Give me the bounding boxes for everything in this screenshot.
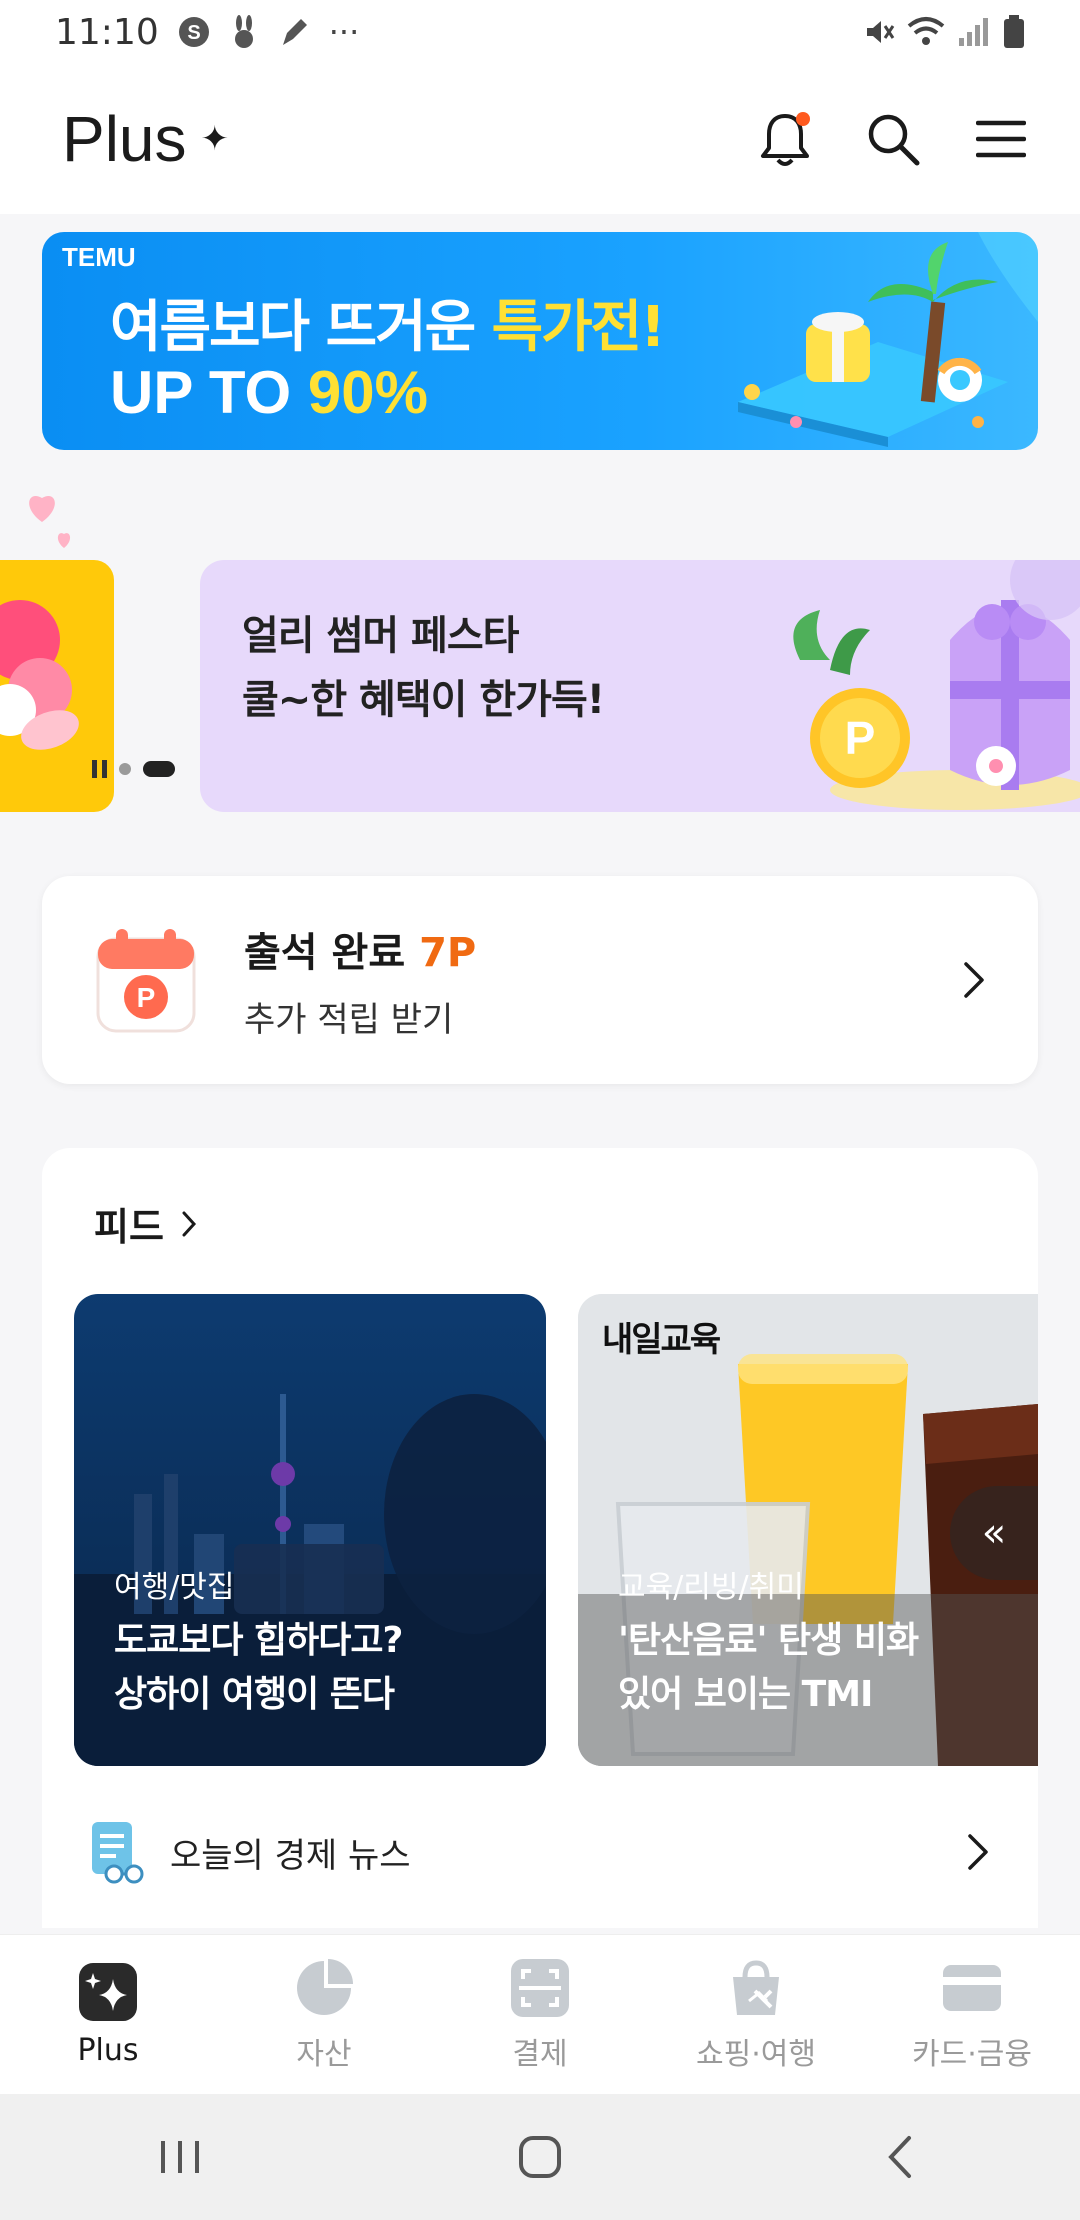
- carousel-dot: [119, 763, 131, 775]
- menu-icon: [976, 120, 1026, 158]
- beach-illustration: [738, 232, 1038, 447]
- feed-header[interactable]: 피드: [94, 1196, 198, 1251]
- app-header: Plus ✦: [0, 64, 1080, 214]
- pen-icon: [282, 19, 307, 45]
- feed-tile-category: 여행/맛집: [114, 1570, 235, 1605]
- temu-discount-percent: 90%: [307, 359, 428, 426]
- notifications-button[interactable]: [756, 110, 814, 168]
- news-reading-icon: [92, 1822, 144, 1884]
- nav-label: 자산: [296, 2036, 352, 2072]
- feed-tile-title-line1: 도쿄보다 힙하다고?: [114, 1620, 403, 1661]
- feed-tile-title: '탄산음료' 탄생 비화 있어 보이는 TMI: [618, 1614, 919, 1722]
- nav-label: 카드·금융: [912, 2036, 1032, 2072]
- carousel-indicator: [92, 760, 175, 778]
- nav-item-shopping-travel[interactable]: 쇼핑·여행: [661, 1957, 851, 2073]
- temu-headline: 여름보다 뜨거운 특가전!: [110, 282, 666, 363]
- heart-decoration-icon: [29, 496, 71, 548]
- feed-section: 피드 여행/맛집 도쿄보다 힙하다고? 상하이 여행이 뜬다 내일교육 교육/리…: [42, 1148, 1038, 1928]
- more-dots-icon: ···: [328, 13, 360, 51]
- plus-sparkle-icon: [79, 1963, 137, 2021]
- app-logo: Plus ✦: [62, 102, 229, 176]
- nav-item-payment[interactable]: 결제: [445, 1957, 635, 2073]
- chevron-right-icon: [182, 1211, 196, 1236]
- attendance-subtitle: 추가 적립 받기: [244, 999, 454, 1040]
- nav-label: 결제: [512, 2036, 568, 2072]
- recent-apps-icon: [161, 2141, 199, 2173]
- shopping-bag-icon: [733, 1959, 779, 2015]
- temu-headline-highlight: 특가전!: [491, 295, 666, 360]
- feed-tile-title-line2: 있어 보이는 TMI: [618, 1674, 873, 1715]
- pie-chart-icon: [297, 1958, 353, 2015]
- search-icon: [868, 114, 920, 166]
- home-icon: [519, 2136, 561, 2178]
- feed-tile-shanghai[interactable]: 여행/맛집 도쿄보다 힙하다고? 상하이 여행이 뜬다: [74, 1294, 546, 1766]
- carousel-dot-active: [143, 761, 175, 777]
- nav-label: Plus: [77, 2033, 139, 2068]
- feed-tile-title-line1: '탄산음료' 탄생 비화: [618, 1620, 919, 1661]
- back-button[interactable]: [860, 2127, 940, 2187]
- nav-item-plus[interactable]: Plus: [13, 1961, 203, 2068]
- feed-tile-title-line2: 상하이 여행이 뜬다: [114, 1674, 395, 1715]
- logo-star-icon: ✦: [200, 120, 230, 158]
- battery-icon: [1004, 15, 1024, 48]
- scan-icon: [511, 1958, 569, 2017]
- promo-title: 얼리 썸머 페스타 쿨~한 혜택이 한가득!: [242, 604, 605, 732]
- temu-discount: UP TO 90%: [110, 358, 428, 427]
- s-badge-icon: S: [178, 17, 209, 47]
- recent-apps-button[interactable]: [140, 2127, 220, 2187]
- promo-title-line2: 쿨~한 혜택이 한가득!: [242, 677, 605, 723]
- attendance-title-text: 출석 완료: [244, 929, 406, 976]
- feed-title: 피드: [94, 1205, 164, 1249]
- system-navigation-bar: [0, 2094, 1080, 2220]
- attendance-card[interactable]: P 출석 완료 7P 추가 적립 받기: [42, 876, 1038, 1084]
- coin-label: P: [845, 712, 876, 764]
- temu-discount-main: UP TO: [110, 359, 308, 426]
- calendar-point-label: P: [137, 982, 156, 1013]
- promo-title-line1: 얼리 썸머 페스타: [242, 613, 519, 659]
- pause-icon[interactable]: [92, 760, 107, 778]
- chevron-right-icon: [968, 1834, 988, 1870]
- status-bar: 11:10 S ···: [0, 0, 1080, 64]
- temu-ad-banner[interactable]: TEMU 여름보다 뜨거운 특가전! UP TO 90%: [42, 232, 1038, 450]
- rabbit-icon: [234, 15, 253, 48]
- chevron-right-icon: [964, 962, 984, 998]
- feed-tile-title: 도쿄보다 힙하다고? 상하이 여행이 뜬다: [114, 1614, 403, 1722]
- temu-headline-main: 여름보다 뜨거운: [110, 295, 492, 360]
- temu-brand-label: TEMU: [62, 242, 136, 272]
- back-icon: [888, 2136, 911, 2178]
- nav-item-card-finance[interactable]: 카드·금융: [877, 1957, 1067, 2073]
- calendar-icon: P: [96, 929, 196, 1033]
- nav-label: 쇼핑·여행: [696, 2036, 816, 2072]
- economy-news-row[interactable]: 오늘의 경제 뉴스: [88, 1820, 992, 1884]
- signal-icon: [959, 18, 988, 46]
- economy-news-label: 오늘의 경제 뉴스: [170, 1835, 411, 1876]
- status-time: 11:10: [55, 11, 159, 53]
- notification-dot: [796, 112, 810, 126]
- scroll-back-button[interactable]: «: [950, 1486, 1038, 1580]
- credit-card-icon: [943, 1964, 1001, 2011]
- svg-text:S: S: [187, 22, 200, 44]
- wifi-icon: [907, 17, 945, 45]
- gift-coin-illustration: P: [793, 560, 1080, 810]
- feed-tile-brand: 내일교육: [602, 1320, 721, 1360]
- mute-icon: [867, 21, 895, 43]
- nav-item-assets[interactable]: 자산: [229, 1957, 419, 2073]
- logo-text: Plus: [62, 103, 187, 175]
- bottom-navigation: Plus 자산 결제 쇼핑·여행 카드·금융: [0, 1934, 1080, 2094]
- attendance-title: 출석 완료 7P: [244, 920, 476, 978]
- attendance-points: 7P: [419, 929, 477, 976]
- search-button[interactable]: [864, 110, 922, 168]
- feed-tile-soda[interactable]: 내일교육 교육/리빙/취미 '탄산음료' 탄생 비화 있어 보이는 TMI «: [578, 1294, 1038, 1766]
- promo-slide-early-summer[interactable]: 얼리 썸머 페스타 쿨~한 혜택이 한가득! P: [200, 560, 1080, 812]
- menu-button[interactable]: [972, 110, 1030, 168]
- home-button[interactable]: [500, 2127, 580, 2187]
- feed-tile-category: 교육/리빙/취미: [618, 1570, 804, 1605]
